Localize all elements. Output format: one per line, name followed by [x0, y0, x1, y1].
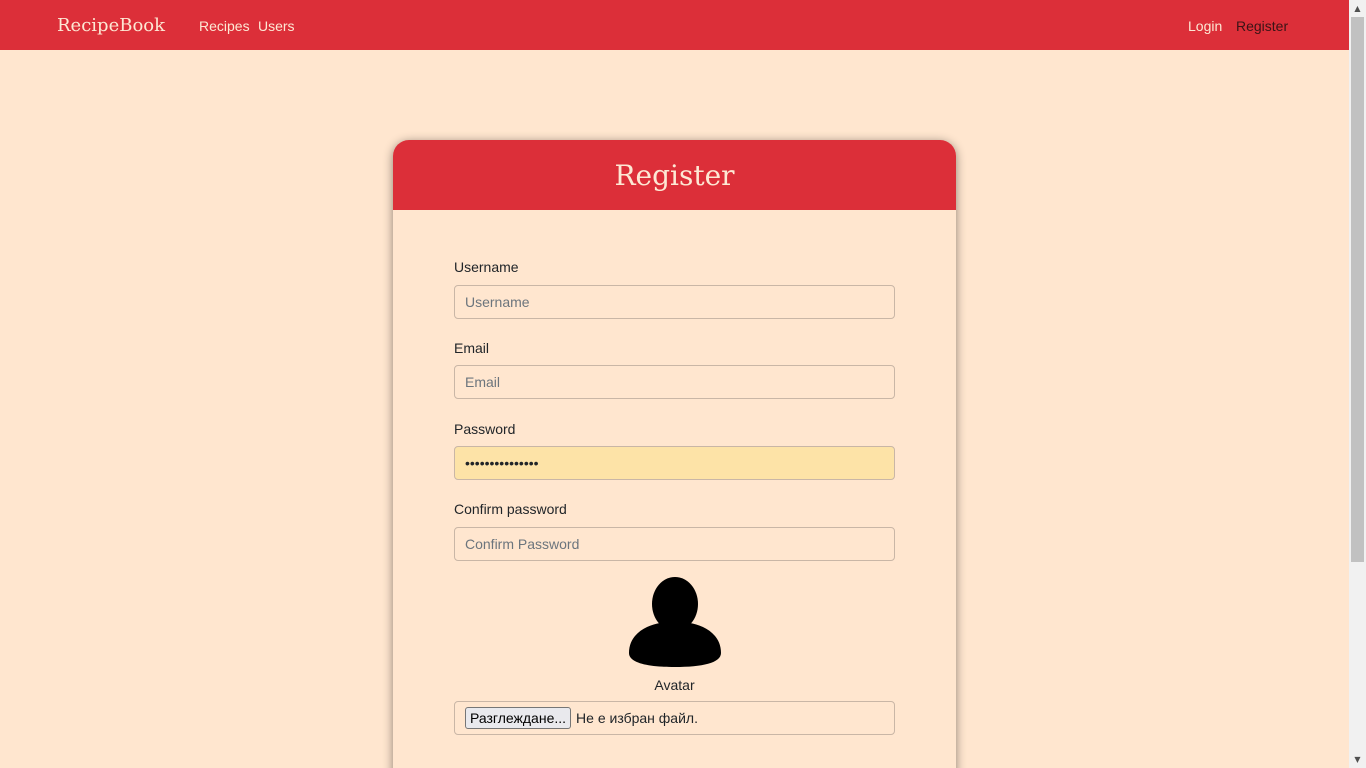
top-navbar: RecipeBook Recipes Users Login Register: [0, 0, 1349, 50]
brand-link[interactable]: RecipeBook: [57, 15, 165, 36]
scroll-down-icon[interactable]: ▼: [1349, 751, 1366, 768]
confirm-password-input[interactable]: [454, 527, 895, 561]
nav-link-register[interactable]: Register: [1236, 18, 1288, 34]
avatar-file-input[interactable]: Разглеждане... Не е избран файл.: [454, 701, 895, 735]
file-status-text: Не е избран файл.: [576, 710, 698, 726]
nav-link-recipes[interactable]: Recipes: [199, 18, 250, 34]
page-title: Register: [614, 158, 735, 192]
register-card: Register Username Email Password Confirm…: [393, 140, 956, 768]
page-scrollbar[interactable]: ▲ ▼: [1349, 0, 1366, 768]
scroll-thumb[interactable]: [1351, 17, 1364, 562]
username-input[interactable]: [454, 285, 895, 319]
password-input[interactable]: [454, 446, 895, 480]
confirm-password-label: Confirm password: [454, 501, 567, 517]
card-header: Register: [393, 140, 956, 210]
scroll-up-icon[interactable]: ▲: [1349, 0, 1366, 17]
password-label: Password: [454, 421, 516, 437]
browse-button[interactable]: Разглеждане...: [465, 707, 572, 729]
user-silhouette-icon: [629, 577, 721, 667]
nav-link-users[interactable]: Users: [258, 18, 295, 34]
email-input[interactable]: [454, 365, 895, 399]
nav-link-login[interactable]: Login: [1188, 18, 1222, 34]
username-label: Username: [454, 259, 519, 275]
avatar-label: Avatar: [654, 677, 695, 693]
email-label: Email: [454, 340, 490, 356]
